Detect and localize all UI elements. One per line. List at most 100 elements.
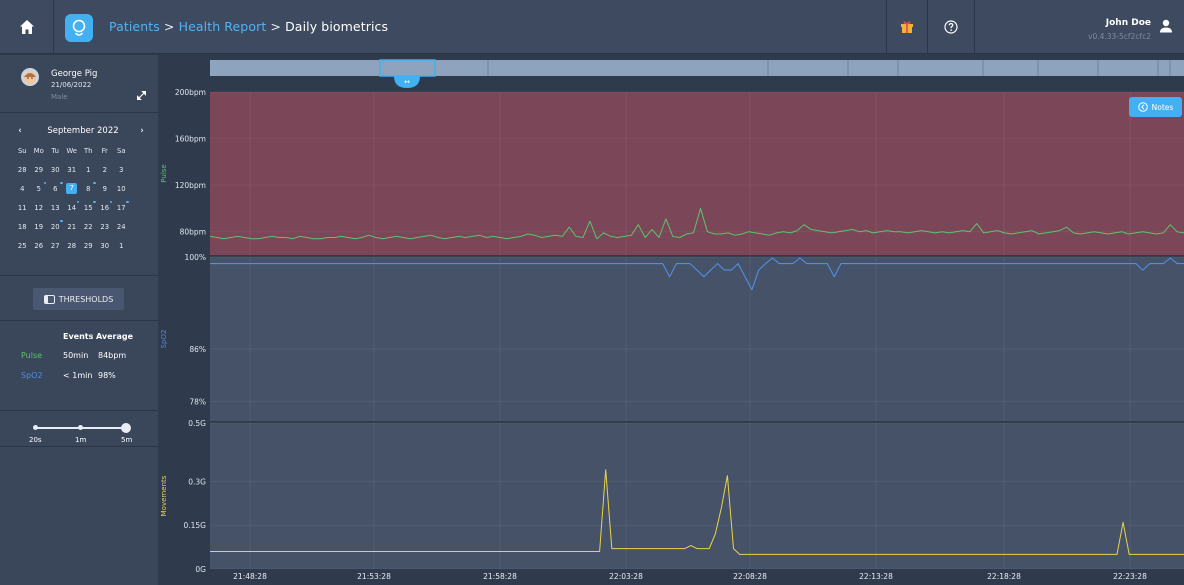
calendar-day[interactable]: 3 <box>113 166 130 174</box>
calendar-day[interactable]: 28 <box>14 166 31 174</box>
calendar-day[interactable]: 15 <box>80 200 97 212</box>
home-button[interactable] <box>0 0 54 54</box>
app-logo-icon[interactable] <box>65 14 93 42</box>
calendar-day[interactable]: 17 <box>113 200 130 212</box>
user-icon[interactable] <box>1159 19 1173 33</box>
calendar-day[interactable]: 16 <box>97 200 114 212</box>
x-tick-label: 22:13:28 <box>859 572 893 581</box>
calendar-day[interactable]: 30 <box>47 166 64 174</box>
calendar-day[interactable]: 7 <box>64 183 81 194</box>
calendar-weekday: Sa <box>117 146 126 155</box>
stats-average: 98% <box>98 371 116 380</box>
calendar-day-label: 12 <box>34 203 44 212</box>
calendar-day[interactable]: 30 <box>97 242 114 250</box>
y-tick-label: 0.5G <box>188 419 206 428</box>
calendar-day[interactable]: 31 <box>64 166 81 174</box>
calendar-day[interactable]: 29 <box>80 242 97 250</box>
y-tick-label: 160bpm <box>175 135 206 144</box>
calendar-day[interactable]: 13 <box>47 204 64 212</box>
calendar-day[interactable]: 25 <box>14 242 31 250</box>
calendar-next-month-icon[interactable]: › <box>136 126 148 136</box>
calendar-grid: Su Mo Tu We Th Fr Sa 28 29 30 31 1 2 3 4 5 6 7 8 9 10 11 12 13 1… <box>14 141 152 255</box>
zoom-label-1m: 1m <box>75 436 87 444</box>
calendar-weekday: Mo <box>33 146 44 155</box>
y-axis-label-pulse: Pulse <box>160 164 168 182</box>
plot-area-spo2 <box>210 257 1184 421</box>
patient-dob: 21/06/2022 <box>51 81 92 89</box>
calendar-day[interactable]: 4 <box>14 185 31 193</box>
divider <box>0 410 158 411</box>
calendar-day[interactable]: 20 <box>47 219 64 231</box>
calendar-data-dot <box>60 181 63 184</box>
calendar-weekday: Th <box>84 146 93 155</box>
calendar-week-row: 11 12 13 14 15 16 17 <box>14 198 152 217</box>
calendar-day-label: 24 <box>116 222 126 231</box>
calendar-week-row: 25 26 27 28 29 30 1 <box>14 236 152 255</box>
thresholds-button[interactable]: THRESHOLDS <box>33 288 124 310</box>
patient-sex: Male <box>51 93 68 101</box>
calendar-month-title: September 2022 <box>47 126 119 136</box>
calendar-day-label: 23 <box>100 222 110 231</box>
divider <box>0 446 158 447</box>
calendar-day-label: 22 <box>83 222 93 231</box>
zoom-stop-20s[interactable] <box>33 425 38 430</box>
calendar-day[interactable]: 18 <box>14 223 31 231</box>
calendar-day[interactable]: 9 <box>97 185 114 193</box>
chevron-left-circle-icon <box>1137 102 1148 112</box>
biometrics-chart-svg[interactable]: ↔ 200bpm 160bpm 120bpm 80bpm Pulse 100% 86% 78% S… <box>158 55 1184 585</box>
expand-icon[interactable] <box>137 91 146 100</box>
zoom-handle[interactable] <box>121 423 131 433</box>
x-tick-label: 22:03:28 <box>609 572 643 581</box>
calendar-week-row: 28 29 30 31 1 2 3 <box>14 160 152 179</box>
notes-button[interactable]: Notes <box>1129 97 1182 117</box>
calendar-day[interactable]: 1 <box>80 166 97 174</box>
biometrics-chart: ↔ 200bpm 160bpm 120bpm 80bpm Pulse 100% 86% 78% S… <box>158 55 1184 585</box>
gift-button[interactable] <box>887 0 927 54</box>
zoom-stop-1m[interactable] <box>78 425 83 430</box>
calendar-day[interactable]: 19 <box>31 223 48 231</box>
calendar-day-label: 8 <box>86 184 91 193</box>
x-tick-label: 21:53:28 <box>357 572 391 581</box>
user-name[interactable]: John Doe <box>1106 18 1151 28</box>
calendar-day[interactable]: 1 <box>113 242 130 250</box>
sidebar: George Pig 21/06/2022 Male ‹ September 2… <box>0 55 158 585</box>
calendar-day[interactable]: 12 <box>31 204 48 212</box>
calendar-day-label: 25 <box>17 241 27 250</box>
breadcrumb-health-report[interactable]: Health Report <box>179 19 267 34</box>
calendar-day[interactable]: 29 <box>31 166 48 174</box>
help-icon <box>944 20 958 34</box>
calendar-day[interactable]: 28 <box>64 242 81 250</box>
breadcrumb-daily-biometrics: Daily biometrics <box>285 19 389 34</box>
zoom-slider[interactable] <box>33 423 131 433</box>
stats-label: Pulse <box>21 351 43 360</box>
breadcrumb-patients[interactable]: Patients <box>109 19 160 34</box>
gift-icon <box>901 21 913 33</box>
drag-arrows-icon: ↔ <box>404 78 410 86</box>
y-tick-label: 0G <box>195 565 206 574</box>
calendar-data-dot <box>93 200 96 203</box>
calendar-day[interactable]: 27 <box>47 242 64 250</box>
calendar-day[interactable]: 26 <box>31 242 48 250</box>
calendar-day-label: 1 <box>119 241 124 250</box>
calendar-day-label: 21 <box>67 222 77 231</box>
calendar-day[interactable]: 8 <box>80 181 97 193</box>
calendar-day[interactable]: 6 <box>47 181 64 193</box>
home-icon <box>19 20 34 34</box>
calendar-day[interactable]: 2 <box>97 166 114 174</box>
patient-name: George Pig <box>51 69 98 79</box>
calendar-day[interactable]: 5 <box>31 181 48 193</box>
calendar-day[interactable]: 10 <box>113 185 130 193</box>
breadcrumb: Patients > Health Report > Daily biometr… <box>109 19 388 34</box>
calendar-day[interactable]: 14 <box>64 200 81 212</box>
y-tick-label: 86% <box>189 345 206 354</box>
calendar-day[interactable]: 23 <box>97 223 114 231</box>
y-tick-label: 200bpm <box>175 88 206 97</box>
x-tick-label: 22:18:28 <box>987 572 1021 581</box>
calendar-day[interactable]: 11 <box>14 204 31 212</box>
y-tick-label: 0.3G <box>188 477 206 486</box>
help-button[interactable] <box>928 0 974 54</box>
calendar-day[interactable]: 24 <box>113 223 130 231</box>
calendar-day[interactable]: 21 <box>64 223 81 231</box>
calendar-data-dot <box>126 200 129 203</box>
calendar-day[interactable]: 22 <box>80 223 97 231</box>
